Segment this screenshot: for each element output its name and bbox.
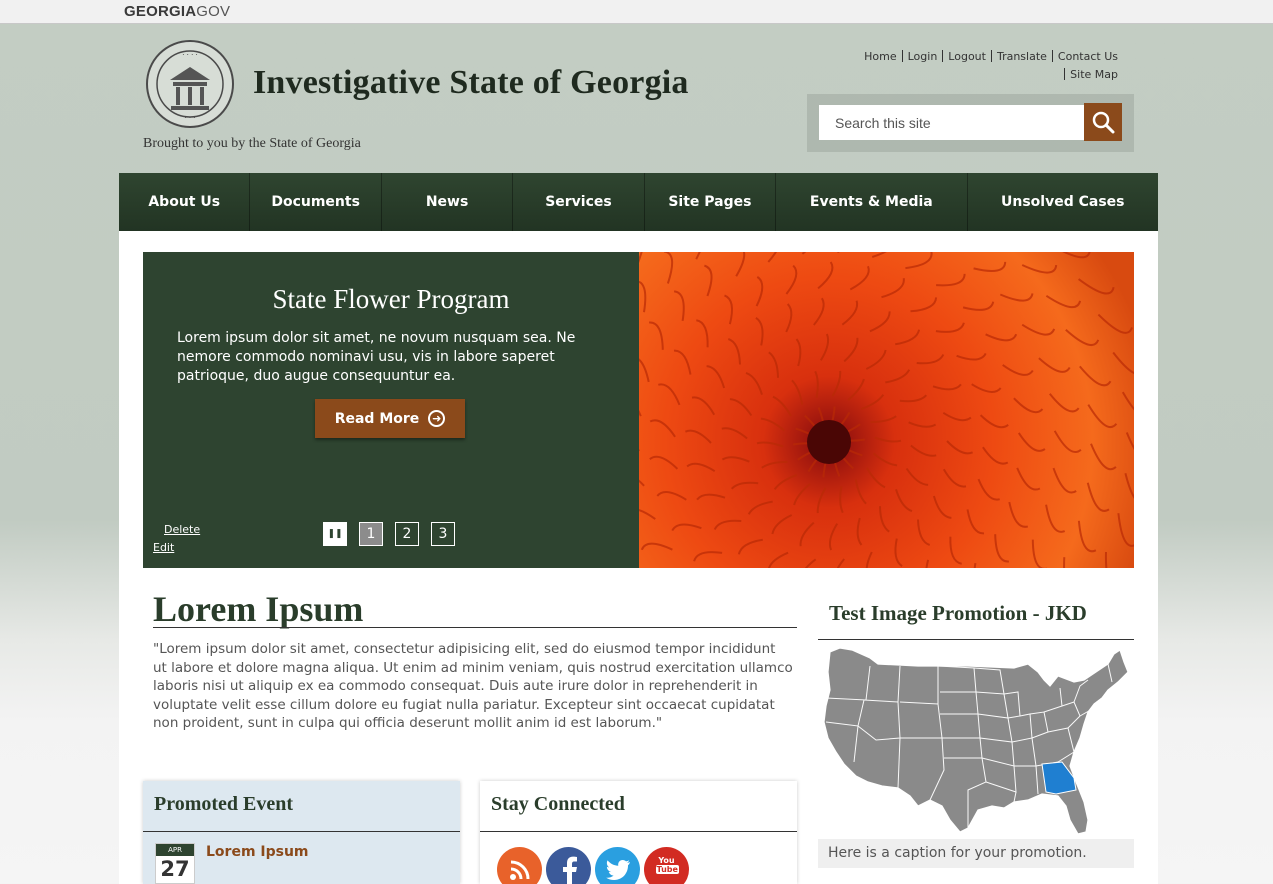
event-month: APR	[156, 844, 194, 856]
facebook-icon[interactable]	[546, 847, 591, 884]
site-title[interactable]: Investigative State of Georgia	[253, 64, 689, 102]
read-more-label: Read More	[334, 410, 420, 427]
georgia-gov-bar: GEORGIAGOV	[0, 0, 1273, 24]
nav-item-unsolved-cases[interactable]: Unsolved Cases	[968, 173, 1158, 231]
hero-carousel: State Flower Program Lorem ipsum dolor s…	[143, 252, 1134, 568]
rss-icon[interactable]	[497, 847, 542, 884]
separator	[1051, 50, 1053, 62]
utility-link-translate[interactable]: Translate	[997, 50, 1047, 63]
article-title: Lorem Ipsum	[153, 589, 364, 629]
delete-link[interactable]: Delete	[164, 523, 200, 536]
state-seal-icon[interactable]: · · · · · · ·	[146, 40, 234, 128]
promotion-caption: Here is a caption for your promotion.	[818, 839, 1134, 868]
event-day: 27	[160, 857, 190, 881]
hero-description: Lorem ipsum dolor sit amet, ne novum nus…	[177, 330, 576, 384]
pause-icon[interactable]: ❚❚	[323, 522, 347, 546]
edit-link[interactable]: Edit	[153, 541, 174, 554]
arrow-right-circle-icon: ➜	[428, 410, 446, 427]
calendar-date-icon: APR 27	[155, 843, 195, 884]
promoted-event-card: Promoted Event APR 27 Lorem Ipsum	[143, 781, 460, 884]
carousel-pager: ❚❚ 1 2 3	[323, 522, 455, 546]
utility-link-logout[interactable]: Logout	[948, 50, 986, 63]
utility-link-site-map[interactable]: Site Map	[1070, 68, 1118, 81]
nav-item-services[interactable]: Services	[513, 173, 645, 231]
social-icons: You Tube	[497, 847, 689, 884]
divider	[143, 831, 460, 832]
carousel-page-3[interactable]: 3	[431, 522, 455, 546]
stay-connected-title: Stay Connected	[491, 793, 625, 815]
utility-link-login[interactable]: Login	[908, 50, 938, 63]
article-body: "Lorem ipsum dolor sit amet, consectetur…	[153, 641, 793, 732]
divider	[818, 639, 1134, 640]
utility-link-home[interactable]: Home	[864, 50, 896, 63]
stay-connected-card: Stay Connected You Tube	[480, 781, 797, 884]
separator	[1064, 68, 1066, 80]
read-more-button[interactable]: Read More ➜	[315, 399, 465, 438]
search-icon	[1092, 111, 1115, 134]
event-link[interactable]: Lorem Ipsum	[206, 844, 309, 860]
georgia-gov-logo[interactable]: GEORGIAGOV	[124, 3, 230, 20]
youtube-icon[interactable]: You Tube	[644, 847, 689, 884]
svg-text:· · · ·: · · · ·	[182, 51, 198, 59]
promotion-title: Test Image Promotion - JKD	[829, 601, 1087, 625]
flower-image	[639, 252, 1134, 568]
us-map-image[interactable]	[818, 642, 1134, 838]
hero-title: State Flower Program	[272, 284, 510, 314]
separator	[901, 50, 903, 62]
search-button[interactable]	[1084, 103, 1122, 141]
nav-item-site-pages[interactable]: Site Pages	[645, 173, 777, 231]
svg-text:· · ·: · · ·	[184, 114, 195, 122]
search-input[interactable]	[819, 105, 1085, 140]
carousel-page-1[interactable]: 1	[359, 522, 383, 546]
utility-links: Home Login Logout Translate Contact Us Site …	[798, 48, 1118, 84]
divider	[153, 627, 797, 628]
promoted-event-title: Promoted Event	[154, 793, 294, 815]
nav-item-documents[interactable]: Documents	[250, 173, 382, 231]
separator	[942, 50, 944, 62]
hero-text-panel: State Flower Program Lorem ipsum dolor s…	[143, 252, 639, 568]
divider	[480, 831, 797, 832]
youtube-label-you: You	[658, 856, 675, 865]
carousel-page-2[interactable]: 2	[395, 522, 419, 546]
twitter-icon[interactable]	[595, 847, 640, 884]
site-tagline: Brought to you by the State of Georgia	[143, 136, 361, 151]
search-box	[807, 94, 1134, 152]
nav-item-events-media[interactable]: Events & Media	[776, 173, 968, 231]
utility-link-contact-us[interactable]: Contact Us	[1058, 50, 1118, 63]
youtube-label-tube: Tube	[655, 865, 679, 874]
nav-item-news[interactable]: News	[382, 173, 514, 231]
nav-item-about-us[interactable]: About Us	[119, 173, 251, 231]
main-nav: About Us Documents News Services Site Pa…	[119, 173, 1158, 231]
separator	[990, 50, 992, 62]
